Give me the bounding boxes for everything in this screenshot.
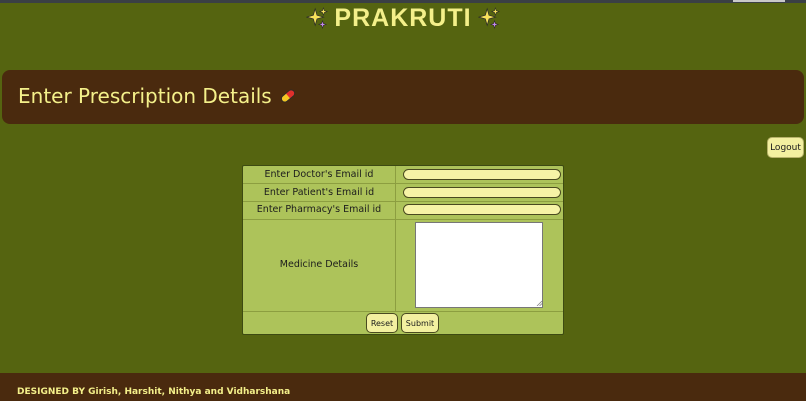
row-divider [243,219,563,220]
site-title-text: PRAKRUTI [334,4,472,32]
pharmacy-email-label: Enter Pharmacy's Email id [256,204,382,215]
logout-button[interactable]: Logout [767,137,804,158]
site-title: PRAKRUTI [0,3,806,33]
reset-button[interactable]: Reset [366,313,398,333]
footer-credits: DESIGNED BY Girish, Harshit, Nithya and … [17,387,291,397]
row-divider [243,183,563,184]
doctor-email-label: Enter Doctor's Email id [264,169,374,180]
medicine-details-textarea[interactable] [415,222,543,308]
sparkles-icon [306,7,329,29]
resize-grip-icon[interactable] [536,300,542,306]
patient-email-label: Enter Patient's Email id [263,187,375,198]
sparkles-icon [477,7,500,29]
patient-email-field[interactable] [403,187,561,198]
doctor-email-field[interactable] [403,169,561,180]
pill-icon [280,89,295,103]
row-divider [243,311,563,312]
section-header: Enter Prescription Details [2,70,804,124]
submit-button[interactable]: Submit [401,313,439,333]
row-divider [243,201,563,202]
column-divider [395,166,396,311]
prescription-form: Enter Doctor's Email id Enter Patient's … [242,165,564,335]
pharmacy-email-field[interactable] [403,204,561,215]
page-title-text: Enter Prescription Details [18,84,272,108]
medicine-details-label: Medicine Details [279,259,359,270]
footer: DESIGNED BY Girish, Harshit, Nithya and … [0,373,806,401]
browser-tab-indicator [733,0,785,2]
page-title: Enter Prescription Details [18,84,298,108]
